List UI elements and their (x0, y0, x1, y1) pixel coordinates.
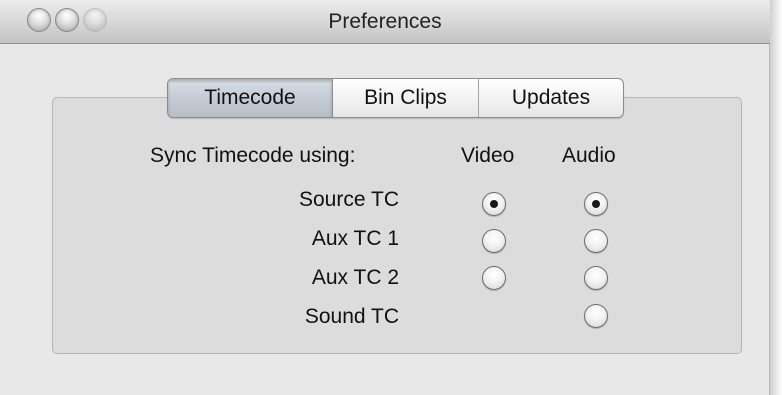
tab-bin-clips[interactable]: Bin Clips (333, 79, 479, 117)
preferences-window: Preferences Timecode Bin Clips Updates S… (0, 0, 770, 395)
aux-tc-2-audio-radio[interactable] (584, 266, 608, 290)
source-tc-audio-radio[interactable] (584, 192, 608, 216)
title-bar[interactable]: Preferences (0, 0, 770, 44)
tab-timecode[interactable]: Timecode (168, 79, 333, 117)
row-label-sound-tc: Sound TC (304, 305, 399, 328)
row-label-aux-tc-2: Aux TC 2 (311, 266, 399, 289)
sync-timecode-label: Sync Timecode using: (150, 144, 356, 167)
video-column-header: Video (461, 144, 515, 167)
source-tc-video-radio[interactable] (482, 192, 506, 216)
row-label-source-tc: Source TC (299, 188, 399, 211)
sound-tc-audio-radio[interactable] (584, 304, 608, 328)
aux-tc-2-video-radio[interactable] (482, 266, 506, 290)
audio-column-header: Audio (562, 144, 616, 167)
aux-tc-1-video-radio[interactable] (482, 229, 506, 253)
preferences-tabs: Timecode Bin Clips Updates (167, 78, 624, 118)
tab-updates[interactable]: Updates (479, 79, 623, 117)
window-title: Preferences (328, 10, 442, 33)
window-shadow (770, 0, 782, 395)
aux-tc-1-audio-radio[interactable] (584, 229, 608, 253)
row-label-aux-tc-1: Aux TC 1 (311, 227, 399, 250)
